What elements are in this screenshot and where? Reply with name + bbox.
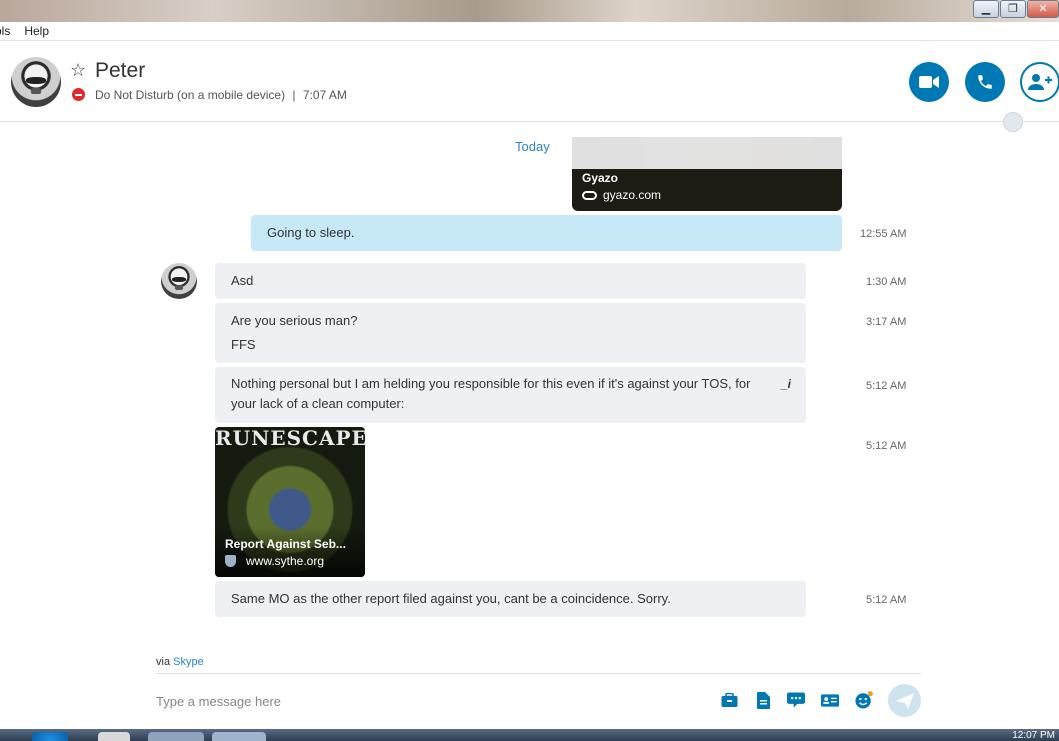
link-preview-url-text: www.sythe.org (246, 554, 325, 568)
taskbar-app-icon[interactable] (98, 732, 130, 741)
speech-bubble-icon (787, 691, 805, 708)
composer-divider (156, 673, 921, 674)
message-bubble-outgoing[interactable]: Going to sleep. (251, 215, 842, 251)
window-titlebar: ▁ ❐ ✕ (0, 0, 1059, 22)
taskbar-skype-icon[interactable] (212, 732, 266, 741)
message-line: your lack of a clean computer: (231, 396, 405, 411)
day-separator: Today (515, 139, 550, 154)
gyazo-link-preview[interactable]: Gyazo gyazo.com (572, 137, 842, 211)
phone-icon (978, 75, 992, 89)
file-icon (756, 691, 770, 709)
send-file-button[interactable] (754, 691, 772, 709)
link-preview-title: Gyazo (582, 171, 619, 185)
smiley-icon (855, 691, 873, 709)
restore-button[interactable]: ❐ (1000, 0, 1026, 18)
message-bubble-incoming[interactable]: Nothing personal but I am helding you re… (215, 367, 806, 423)
menu-tools[interactable]: ols (0, 24, 10, 38)
message-time: 1:30 AM (866, 276, 907, 288)
status-text: Do Not Disturb (on a mobile device) (95, 88, 286, 102)
taskbar-clock: 12:07 PM (1012, 730, 1055, 741)
os-taskbar: 12:07 PM (0, 729, 1059, 741)
start-orb-icon[interactable] (32, 732, 68, 741)
link-preview-url: gyazo.com (582, 188, 661, 202)
send-message-button[interactable] (888, 684, 921, 717)
message-bubble-incoming[interactable]: Are you serious man? FFS (215, 303, 806, 363)
message-input[interactable] (156, 690, 696, 712)
briefcase-icon (721, 692, 737, 707)
message-text: Same MO as the other report filed agains… (231, 591, 671, 606)
via-prefix: via (156, 656, 171, 668)
message-time: 12:55 AM (860, 228, 907, 240)
menu-help[interactable]: Help (24, 24, 49, 38)
message-time: 5:12 AM (866, 594, 907, 606)
add-person-icon (1028, 74, 1052, 90)
message-bubble-incoming[interactable]: Same MO as the other report filed agains… (215, 581, 806, 617)
video-camera-icon (919, 76, 939, 88)
contact-avatar[interactable] (11, 57, 61, 107)
link-preview-url: www.sythe.org (225, 554, 324, 568)
message-text: Going to sleep. (267, 225, 355, 240)
contact-card-icon (821, 693, 839, 707)
close-button[interactable]: ✕ (1027, 0, 1059, 18)
do-not-disturb-icon (72, 88, 85, 101)
link-preview-url-text: gyazo.com (603, 188, 662, 202)
message-time: 3:17 AM (866, 316, 907, 328)
contact-name[interactable]: Peter (95, 59, 145, 83)
link-preview-title: Report Against Seb... (225, 537, 346, 551)
local-time: 7:07 AM (302, 88, 347, 102)
video-call-button[interactable] (909, 62, 949, 102)
sythe-link-preview[interactable]: RUNESCAPE Report Against Seb... www.syth… (215, 427, 365, 577)
preview-image-banner: RUNESCAPE (215, 427, 365, 449)
emoticons-button[interactable] (855, 691, 873, 709)
sender-avatar[interactable] (161, 263, 197, 299)
status-separator: | (292, 88, 296, 102)
contact-status: Do Not Disturb (on a mobile device) | 7:… (95, 88, 347, 102)
send-video-message-button[interactable] (787, 691, 805, 709)
favorite-star-icon[interactable]: ☆ (70, 60, 86, 81)
message-line: Nothing personal but I am helding you re… (231, 376, 751, 391)
taskbar-app-icon[interactable] (148, 732, 204, 741)
message-bubble-incoming[interactable]: Asd (215, 263, 806, 299)
site-favicon-icon (225, 555, 236, 567)
via-skype-label: via Skype (156, 656, 204, 668)
add-people-button[interactable] (1020, 62, 1059, 102)
skype-link[interactable]: Skype (173, 656, 204, 668)
send-contact-card-button[interactable] (821, 691, 839, 709)
audio-call-button[interactable] (965, 62, 1005, 102)
minimize-button[interactable]: ▁ (973, 0, 999, 18)
link-icon (582, 190, 597, 200)
conversation-header: ☆ Peter Do Not Disturb (on a mobile devi… (0, 42, 1059, 132)
message-line: Are you serious man? (231, 313, 358, 328)
send-contacts-button[interactable] (720, 691, 738, 709)
globe-icon[interactable] (1003, 112, 1023, 132)
message-time: 5:12 AM (866, 380, 907, 392)
message-time: 5:12 AM (866, 440, 907, 452)
send-arrow-icon (895, 692, 914, 709)
message-line: FFS (231, 337, 256, 352)
message-text: Asd (231, 273, 254, 288)
window-controls: ▁ ❐ ✕ (972, 0, 1059, 18)
menu-bar: ols Help (0, 22, 1059, 41)
edited-pencil-icon[interactable]: _i (781, 377, 791, 391)
